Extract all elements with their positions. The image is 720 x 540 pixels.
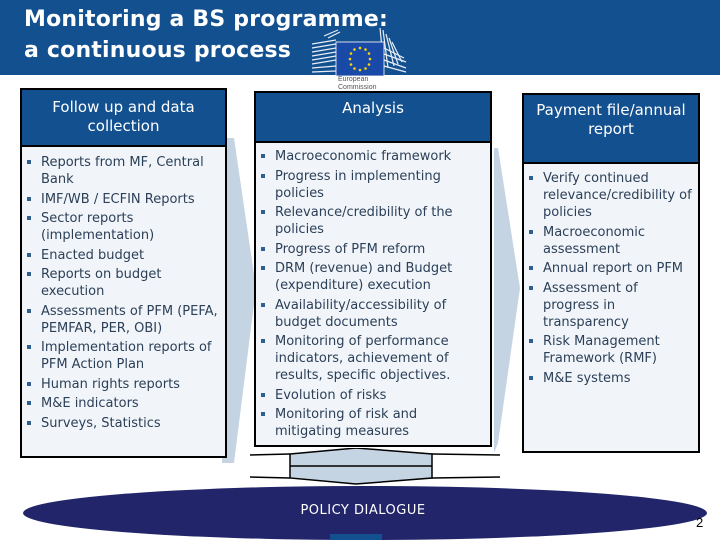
- list-item: Surveys, Statistics: [22, 415, 221, 432]
- list-item: Assessments of PFM (PEFA, PEMFAR, PER, O…: [22, 303, 221, 337]
- list-item: M&E indicators: [22, 395, 221, 412]
- list-item: Annual report on PFM: [524, 260, 694, 277]
- list-item: M&E systems: [524, 370, 694, 387]
- list-item: Progress in implementing policies: [256, 168, 486, 202]
- column-heading: Analysis: [256, 93, 490, 143]
- list-item: Verify continued relevance/credibility o…: [524, 170, 694, 221]
- list-item: Macroeconomic assessment: [524, 224, 694, 258]
- list-item: Reports from MF, Central Bank: [22, 154, 221, 188]
- column-payment-file: Payment file/annual report Verify contin…: [522, 93, 700, 453]
- policy-dialogue-label: POLICY DIALOGUE: [300, 503, 426, 518]
- list-item: Implementation reports of PFM Action Pla…: [22, 339, 221, 373]
- list-item: Relevance/credibility of the policies: [256, 204, 486, 238]
- list-item: Enacted budget: [22, 247, 221, 264]
- column-heading: Payment file/annual report: [524, 95, 698, 164]
- list-item: Risk Management Framework (RMF): [524, 333, 694, 367]
- list-item: Evolution of risks: [256, 387, 486, 404]
- column-analysis: Analysis Macroeconomic framework Progres…: [254, 91, 492, 447]
- item-list: Reports from MF, Central Bank IMF/WB / E…: [22, 147, 225, 432]
- list-item: Availability/accessibility of budget doc…: [256, 297, 486, 331]
- list-item: Macroeconomic framework: [256, 148, 486, 165]
- list-item: DRM (revenue) and Budget (expenditure) e…: [256, 260, 486, 294]
- list-item: Human rights reports: [22, 376, 221, 393]
- list-item: IMF/WB / ECFIN Reports: [22, 191, 221, 208]
- list-item: Progress of PFM reform: [256, 241, 486, 258]
- logo-caption: European Commission: [338, 76, 377, 92]
- list-item: Monitoring of performance indicators, ac…: [256, 333, 486, 384]
- list-item: Reports on budget execution: [22, 266, 221, 300]
- column-follow-up: Follow up and data collection Reports fr…: [20, 88, 227, 458]
- item-list: Macroeconomic framework Progress in impl…: [256, 143, 490, 440]
- list-item: Sector reports (implementation): [22, 210, 221, 244]
- list-item: Monitoring of risk and mitigating measur…: [256, 406, 486, 440]
- column-heading: Follow up and data collection: [22, 90, 225, 147]
- logo-caption-line-1: European: [338, 76, 369, 83]
- item-list: Verify continued relevance/credibility o…: [524, 164, 698, 387]
- page-number: 2: [696, 515, 704, 530]
- list-item: Assessment of progress in transparency: [524, 280, 694, 331]
- ellipse-base-tab: [330, 534, 382, 540]
